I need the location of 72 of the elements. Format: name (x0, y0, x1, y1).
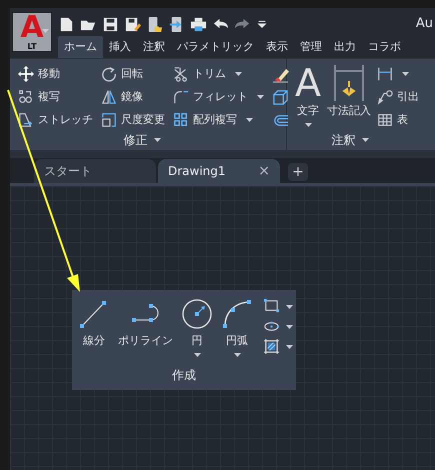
tool-button[interactable]: 移動 (18, 63, 93, 85)
toolbar-button[interactable] (124, 16, 141, 32)
dimension-icon (377, 66, 393, 82)
caret-icon (42, 29, 49, 33)
toolbar-button[interactable] (58, 16, 75, 32)
tool-button[interactable]: 尺度変更 (101, 109, 165, 131)
ribbon-tab[interactable]: 挿入 (103, 36, 137, 58)
ribbon-tab[interactable]: ホーム (58, 36, 103, 58)
stretch-icon (18, 112, 34, 128)
panel-title[interactable]: 修正 (124, 131, 180, 149)
tool-button[interactable]: 線分 (78, 298, 110, 350)
arc-icon (221, 298, 253, 330)
tool-button[interactable]: 引出 (377, 86, 419, 108)
box-icon (272, 88, 289, 106)
toolbar-button[interactable] (102, 16, 119, 32)
rotate-icon (101, 66, 117, 82)
toolbar-button[interactable] (256, 18, 268, 30)
app-title: Au (416, 15, 434, 34)
tool-button[interactable]: 表 (377, 109, 419, 131)
app-menu-button[interactable]: A LT (12, 12, 52, 52)
move-icon (18, 66, 34, 82)
copy-icon (18, 89, 34, 105)
phone-open-icon (146, 16, 163, 32)
new-tab-button[interactable]: + (288, 163, 308, 181)
tool-button[interactable]: 配列複写 (173, 109, 264, 131)
customize-icon (256, 18, 268, 30)
new-icon (58, 16, 75, 32)
caret-icon (362, 138, 368, 142)
dimension-tool-button[interactable]: 寸法記入 (327, 63, 371, 131)
tool-button[interactable]: 複写 (18, 86, 93, 108)
leader-icon (377, 89, 393, 105)
dimension-icon (332, 63, 366, 103)
toolbar-button[interactable] (146, 16, 163, 32)
fillet-icon (173, 89, 189, 105)
circle-icon (181, 298, 213, 330)
tool-button[interactable]: ストレッチ (18, 109, 93, 131)
ribbon-tab[interactable]: 出力 (328, 36, 362, 58)
tool-button[interactable]: トリム (173, 63, 264, 85)
tool-button[interactable]: 円 (181, 298, 213, 356)
caret-icon (154, 138, 160, 142)
scale-icon (101, 112, 117, 128)
tool-button[interactable]: ポリライン (118, 298, 173, 350)
toolbar-button[interactable] (190, 16, 207, 32)
panel-title[interactable]: 注釈 (332, 131, 398, 149)
ribbon-tab[interactable]: パラメトリック (171, 36, 260, 58)
array-icon (173, 112, 189, 128)
save-icon (102, 16, 119, 32)
tool-button[interactable]: 回転 (101, 63, 165, 85)
tab-label: Drawing1 (168, 163, 226, 180)
hatch-icon (263, 338, 280, 355)
ribbon-tab[interactable]: コラボ (362, 36, 407, 58)
trim-icon (173, 66, 189, 82)
tool-button[interactable]: 円弧 (221, 298, 253, 356)
ribbon-tab[interactable]: 表示 (260, 36, 294, 58)
tool-button[interactable] (263, 338, 293, 355)
tool-button[interactable]: 鏡像 (101, 86, 165, 108)
ribbon-tab[interactable]: 管理 (294, 36, 328, 58)
tool-button[interactable] (263, 298, 293, 315)
text-tool-button[interactable]: A 文字 (295, 63, 321, 131)
ribbon-tab[interactable]: 注釈 (137, 36, 171, 58)
tool-button[interactable]: フィレット (173, 86, 264, 108)
save-as-icon (124, 16, 141, 32)
table-icon (377, 112, 393, 128)
close-button[interactable]: × (258, 160, 270, 182)
rectangle-icon (263, 298, 280, 315)
tab-label: スタート (44, 163, 92, 180)
file-tab[interactable]: Drawing1 × (158, 159, 280, 183)
drawing-canvas[interactable]: 線分 ポリライン 円 円弧 作成 (10, 183, 435, 470)
file-tab[interactable]: スタート (34, 159, 156, 183)
panel-title: 作成 (172, 367, 196, 384)
print-icon (190, 16, 207, 32)
mirror-icon (101, 89, 117, 105)
